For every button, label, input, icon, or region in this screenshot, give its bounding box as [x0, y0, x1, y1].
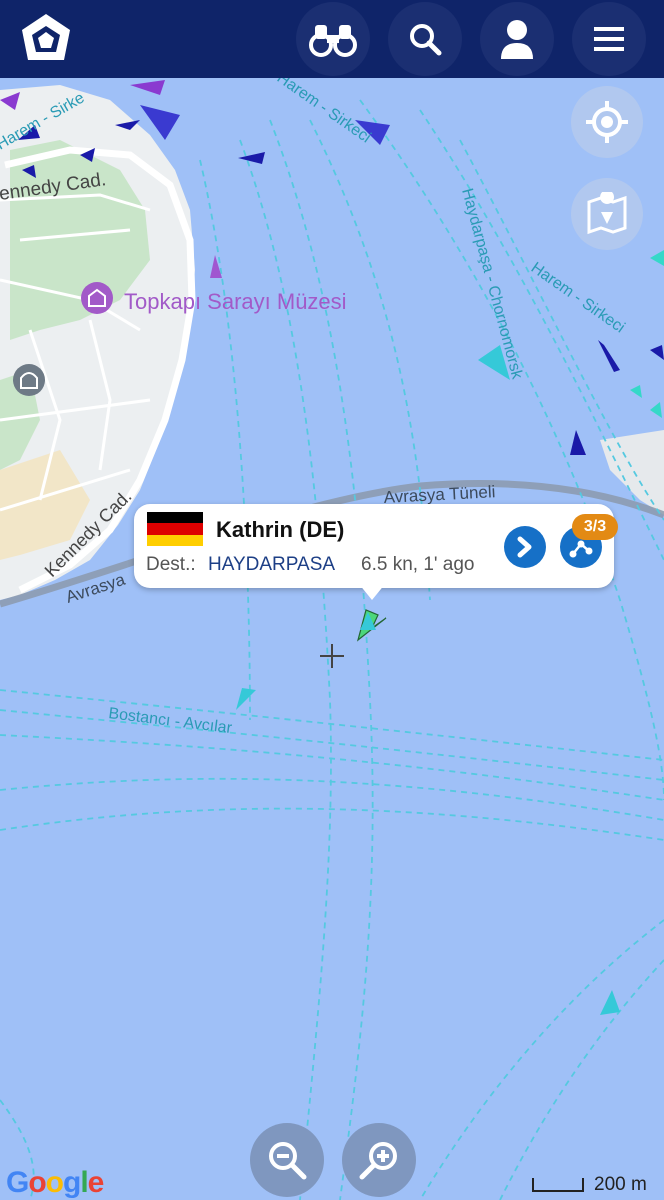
top-app-bar: [0, 0, 664, 78]
binoculars-icon: [309, 25, 357, 57]
locate-me-button[interactable]: [571, 86, 643, 158]
chevron-right-icon: [517, 536, 532, 558]
crosshair-icon: [586, 101, 628, 143]
search-icon: [410, 24, 442, 56]
museum-poi-icon: [81, 282, 113, 314]
scale-label: 200 m: [594, 1174, 647, 1195]
destination-value: HAYDARPASA: [208, 554, 336, 575]
vessel-details-button[interactable]: [504, 526, 546, 568]
zoom-out-icon: [269, 1142, 307, 1180]
binoculars-button[interactable]: [296, 2, 370, 76]
map-pin-icon: [587, 192, 627, 235]
map-layers-button[interactable]: [571, 178, 643, 250]
vessel-name: Kathrin (DE): [216, 517, 345, 542]
label-topkapi: Topkapı Sarayı Müzesi: [124, 289, 347, 314]
zoom-in-icon: [359, 1142, 397, 1180]
user-icon: [501, 20, 533, 59]
menu-icon: [594, 27, 624, 51]
popup-pointer: [359, 584, 385, 600]
user-button[interactable]: [480, 2, 554, 76]
map-canvas[interactable]: ennedy Cad. Kennedy Cad. Topkapı Sarayı …: [0, 0, 664, 1200]
google-attribution: Google: [6, 1166, 104, 1199]
zoom-in-button[interactable]: [342, 1123, 416, 1197]
germany-flag-icon: [147, 512, 203, 546]
menu-button[interactable]: [572, 2, 646, 76]
scale-bar: [532, 1178, 584, 1192]
mosque-poi-icon: [13, 364, 45, 396]
search-button[interactable]: [388, 2, 462, 76]
route-count-badge: 3/3: [572, 514, 618, 540]
logo-icon[interactable]: [16, 8, 76, 68]
speed-time: 6.5 kn, 1' ago: [361, 554, 475, 575]
zoom-out-button[interactable]: [250, 1123, 324, 1197]
destination-label: Dest.:: [146, 554, 196, 575]
vessel-info-popup[interactable]: Kathrin (DE) Dest.: HAYDARPASA 6.5 kn, 1…: [134, 504, 618, 588]
